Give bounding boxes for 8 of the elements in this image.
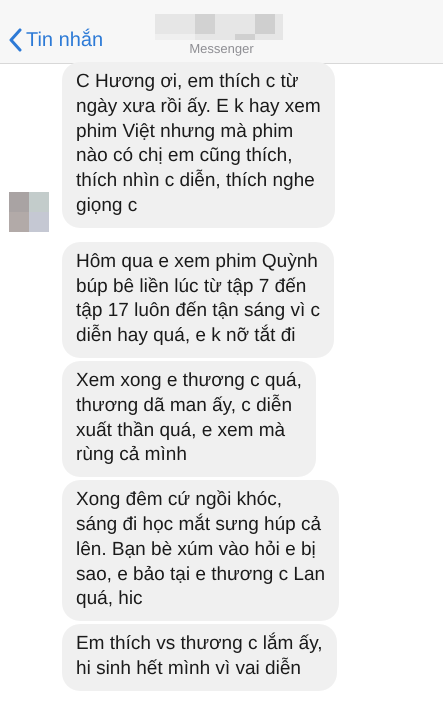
message-bubble: Hôm qua e xem phim Quỳnh búp bê liền lúc từ tập 7 đến tập 17 luôn đến tận sáng vì c diễn hay quá, e k nỡ tắt đi (62, 242, 334, 358)
message-bubble: Xong đêm cứ ngồi khóc, sáng đi học mắt sưng húp cả lên. Bạn bè xúm vào hỏi e bị sao, e bảo tại e thương c Lan quá, hic (62, 480, 340, 622)
message-bubble: Xem xong e thương c quá, thương dã man ấy, c diễn xuất thần quá, e xem mà rùng cả mình (62, 360, 316, 478)
app-subtitle: Messenger (188, 41, 255, 56)
back-button[interactable]: Tin nhắn (8, 28, 104, 52)
message-bubble: Em thích vs thương c lắm ấy, hi sinh hết mình vì vai diễn (62, 624, 337, 691)
message-bubble: C Hương ơi, em thích c từ ngày xưa rồi ấy. E k hay xem phim Việt nhưng mà phim nào có chị em cũng thích, thích nhìn c diễn, thích nghe giọng c (62, 62, 335, 228)
chevron-left-icon (8, 28, 22, 52)
